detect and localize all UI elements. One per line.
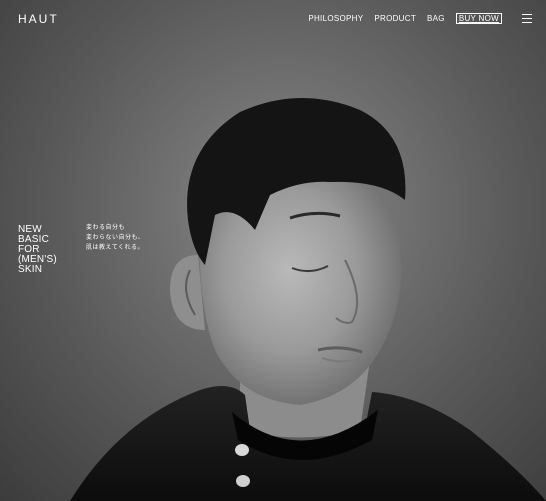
jp-line: 肌は教えてくれる。 xyxy=(86,244,145,251)
nav-item-philosophy[interactable]: PHILOSOPHY xyxy=(308,14,363,23)
brand-logo[interactable]: HAUT xyxy=(18,12,59,26)
hero-tagline: NEW BASIC FOR (MEN'S) SKIN xyxy=(18,225,57,275)
hero-japanese-copy: 変わる自分も 変わらない自分も、 肌は教えてくれる。 xyxy=(86,223,144,253)
buy-now-button[interactable]: BUY NOW xyxy=(455,13,502,24)
main-nav: PHILOSOPHY PRODUCT BAG BUY NOW xyxy=(297,13,502,24)
nav-item-bag[interactable]: BAG xyxy=(427,14,445,23)
tagline-line: SKIN xyxy=(18,264,43,275)
hamburger-menu-icon[interactable] xyxy=(522,14,532,23)
nav-item-product[interactable]: PRODUCT xyxy=(374,14,416,23)
jp-line: 変わらない自分も、 xyxy=(86,234,145,241)
hero-portrait-image xyxy=(70,97,546,501)
hero-section xyxy=(0,0,546,501)
jp-line: 変わる自分も xyxy=(86,224,126,231)
